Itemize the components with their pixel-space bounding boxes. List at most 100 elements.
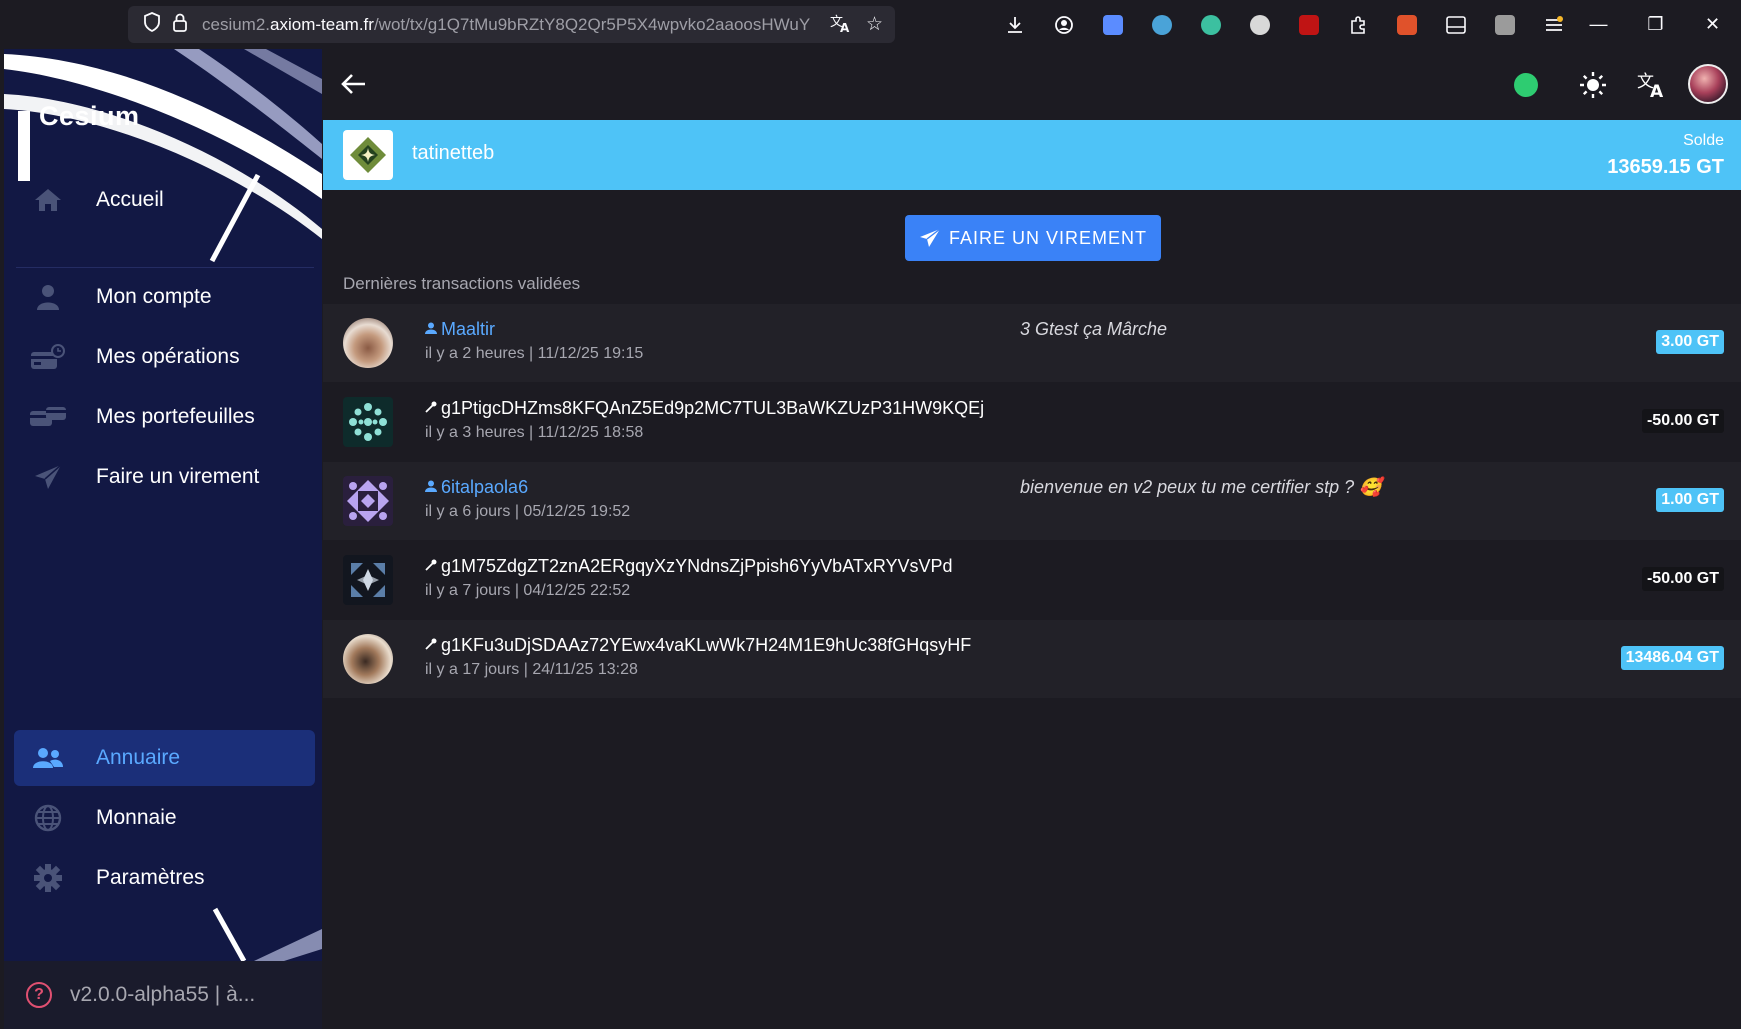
sidebar-item-mon-compte[interactable]: Mon compte bbox=[14, 269, 315, 325]
divider bbox=[16, 267, 314, 268]
restore-icon[interactable]: ❐ bbox=[1627, 0, 1684, 49]
url-text: cesium2.axiom-team.fr/wot/tx/g1Q7tMu9bRZ… bbox=[202, 14, 811, 34]
transaction-amount: -50.00 GT bbox=[1641, 409, 1724, 433]
transactions-list: Maaltir il y a 2 heures | 11/12/25 19:15… bbox=[323, 303, 1741, 698]
extension-eye-icon[interactable] bbox=[1235, 10, 1284, 40]
lock-icon[interactable] bbox=[166, 12, 194, 37]
gear-icon bbox=[24, 864, 72, 892]
extension-megaphone-icon[interactable] bbox=[1382, 10, 1431, 40]
shield-icon[interactable] bbox=[138, 12, 166, 37]
transaction-avatar bbox=[343, 634, 393, 684]
translate-page-icon[interactable]: 文A bbox=[830, 13, 852, 39]
account-avatar bbox=[343, 130, 393, 180]
extension-translate-icon[interactable] bbox=[1088, 10, 1137, 40]
transaction-comment: bienvenue en v2 peux tu me certifier stp… bbox=[1020, 477, 1382, 497]
sidebar-item-label: Faire un virement bbox=[96, 465, 260, 488]
browser-toolbar: cesium2.axiom-team.fr/wot/tx/g1Q7tMu9bRZ… bbox=[0, 0, 1741, 49]
transfer-button-label: FAIRE UN VIREMENT bbox=[948, 227, 1148, 248]
wallets-icon bbox=[24, 405, 72, 429]
svg-text:A: A bbox=[1650, 82, 1664, 99]
extension-sync-icon[interactable] bbox=[1186, 10, 1235, 40]
sidebar-item-label: Paramètres bbox=[96, 866, 205, 889]
sidebar-item-label: Mes opérations bbox=[96, 345, 240, 368]
transaction-row[interactable]: g1KFu3uDjSDAAz72YEwx4vaKLwWk7H24M1E9hUc3… bbox=[323, 619, 1741, 698]
transaction-date: il y a 3 heures | 11/12/25 18:58 bbox=[425, 424, 644, 441]
transactions-heading: Dernières transactions validées bbox=[343, 274, 581, 293]
transaction-amount: 1.00 GT bbox=[1656, 488, 1724, 512]
transaction-counterparty[interactable]: Maaltir bbox=[425, 319, 495, 340]
key-icon bbox=[425, 559, 437, 574]
sidebar: Cesium Accueil Mon compte Mes opérations… bbox=[4, 49, 322, 1029]
back-button[interactable] bbox=[335, 65, 373, 103]
globe-icon bbox=[24, 804, 72, 832]
transaction-row[interactable]: g1M75ZdgZT2znA2ERgqyXzYNdnsZjPpish6YyVbA… bbox=[323, 540, 1741, 619]
transaction-row[interactable]: Maaltir il y a 2 heures | 11/12/25 19:15… bbox=[323, 303, 1741, 382]
arrow-left-icon bbox=[341, 74, 365, 94]
transaction-avatar bbox=[343, 318, 393, 368]
transaction-avatar bbox=[343, 397, 393, 447]
transaction-counterparty[interactable]: g1M75ZdgZT2znA2ERgqyXzYNdnsZjPpish6YyVbA… bbox=[425, 556, 953, 577]
balance-label: Solde bbox=[1683, 132, 1724, 149]
card-history-icon bbox=[24, 343, 72, 371]
close-window-icon[interactable]: ✕ bbox=[1684, 0, 1741, 49]
sidebar-item-monnaie[interactable]: Monnaie bbox=[14, 790, 315, 846]
extension-grey-icon[interactable] bbox=[1480, 10, 1529, 40]
user-icon bbox=[24, 283, 72, 311]
translate-icon: 文A bbox=[1637, 72, 1664, 99]
transaction-amount: -50.00 GT bbox=[1641, 567, 1724, 591]
address-bar[interactable]: cesium2.axiom-team.fr/wot/tx/g1Q7tMu9bRZ… bbox=[128, 6, 895, 43]
transaction-avatar bbox=[343, 476, 393, 526]
transfer-button[interactable]: FAIRE UN VIREMENT bbox=[905, 215, 1161, 261]
send-icon bbox=[919, 228, 941, 248]
svg-text:A: A bbox=[840, 21, 850, 33]
transaction-counterparty[interactable]: g1PtigcDHZms8KFQAnZ5Ed9p2MC7TUL3BaWKZUzP… bbox=[425, 398, 984, 419]
send-icon bbox=[24, 463, 72, 491]
transaction-date: il y a 2 heures | 11/12/25 19:15 bbox=[425, 345, 644, 362]
account-name: tatinetteb bbox=[412, 142, 495, 164]
sidebar-item-label: Monnaie bbox=[96, 806, 177, 829]
balance-value: 13659.15 GT bbox=[1607, 156, 1724, 178]
main-content: 文A tatinetteb Solde 13659.15 GT FAIRE UN… bbox=[323, 49, 1741, 1029]
transaction-comment: 3 Gtest ça Mârche bbox=[1020, 319, 1168, 339]
user-avatar[interactable] bbox=[1688, 64, 1728, 104]
ublock-icon[interactable] bbox=[1284, 10, 1333, 40]
sidebar-item-label: Annuaire bbox=[96, 746, 181, 769]
person-icon bbox=[425, 322, 437, 337]
sidebar-item-accueil[interactable]: Accueil bbox=[14, 172, 315, 228]
transaction-counterparty[interactable]: 6italpaola6 bbox=[425, 477, 528, 498]
transaction-amount: 13486.04 GT bbox=[1620, 646, 1724, 670]
downloads-icon[interactable] bbox=[990, 10, 1039, 40]
brand-bar bbox=[18, 111, 30, 181]
transaction-row[interactable]: g1PtigcDHZms8KFQAnZ5Ed9p2MC7TUL3BaWKZUzP… bbox=[323, 382, 1741, 461]
transaction-counterparty[interactable]: g1KFu3uDjSDAAz72YEwx4vaKLwWk7H24M1E9hUc3… bbox=[425, 635, 971, 656]
sidebar-item-mes-portefeuilles[interactable]: Mes portefeuilles bbox=[14, 389, 315, 445]
account-icon[interactable] bbox=[1039, 10, 1088, 40]
sidebar-item-mes-operations[interactable]: Mes opérations bbox=[14, 329, 315, 385]
sidebar-item-label: Mon compte bbox=[96, 285, 212, 308]
sidebar-item-label: Accueil bbox=[96, 188, 164, 211]
bookmark-star-icon[interactable]: ☆ bbox=[866, 13, 883, 39]
transaction-amount: 3.00 GT bbox=[1656, 330, 1724, 354]
person-icon bbox=[425, 480, 437, 495]
theme-toggle-button[interactable] bbox=[1575, 67, 1611, 103]
transaction-date: il y a 6 jours | 05/12/25 19:52 bbox=[425, 503, 631, 520]
key-icon bbox=[425, 401, 437, 416]
key-icon bbox=[425, 638, 437, 653]
version-footer[interactable]: ? v2.0.0-alpha55 | à... bbox=[4, 961, 322, 1029]
transaction-row[interactable]: 6italpaola6 il y a 6 jours | 05/12/25 19… bbox=[323, 461, 1741, 540]
sidebar-toggle-icon[interactable] bbox=[1431, 10, 1480, 40]
extensions-puzzle-icon[interactable] bbox=[1333, 10, 1382, 40]
minimize-icon[interactable]: — bbox=[1570, 0, 1627, 49]
sidebar-item-parametres[interactable]: Paramètres bbox=[14, 850, 315, 906]
language-button[interactable]: 文A bbox=[1634, 67, 1670, 103]
sidebar-item-annuaire[interactable]: Annuaire bbox=[14, 730, 315, 786]
people-icon bbox=[24, 747, 72, 769]
transaction-date: il y a 7 jours | 04/12/25 22:52 bbox=[425, 582, 631, 599]
extension-globe-icon[interactable] bbox=[1137, 10, 1186, 40]
version-text: v2.0.0-alpha55 | à... bbox=[70, 983, 256, 1006]
network-status-indicator[interactable] bbox=[1514, 73, 1538, 97]
sidebar-item-faire-un-virement[interactable]: Faire un virement bbox=[14, 449, 315, 505]
top-toolbar: 文A bbox=[323, 49, 1741, 120]
transaction-avatar bbox=[343, 555, 393, 605]
brand-logo[interactable]: Cesium bbox=[39, 101, 140, 132]
